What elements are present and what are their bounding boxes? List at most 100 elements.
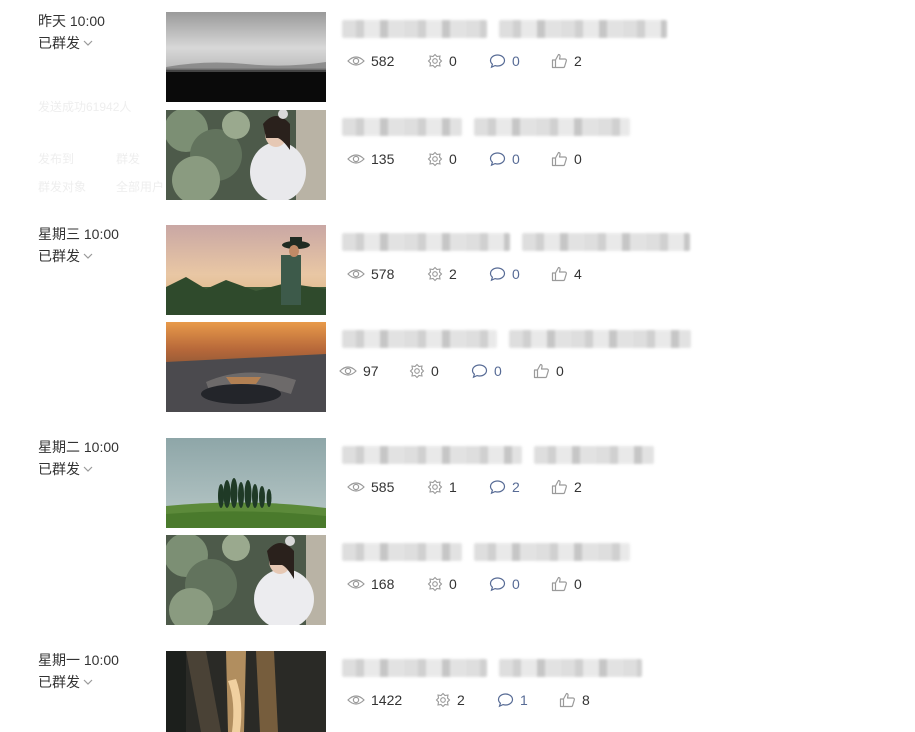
article-item[interactable]: 1422 2 1 8: [166, 651, 906, 732]
comment-count[interactable]: 0: [489, 52, 551, 70]
faded-mass-label: 群发: [116, 152, 141, 166]
share-count: 2: [427, 265, 489, 283]
article-thumbnail[interactable]: [166, 535, 326, 625]
article-item[interactable]: 582 0 0 2: [166, 12, 906, 102]
read-count: 135: [347, 150, 427, 168]
send-status-label: 已群发: [38, 461, 80, 477]
article-item[interactable]: 168 0 0 0: [166, 535, 906, 625]
send-date-column: 昨天 10:00 已群发: [38, 12, 158, 52]
article-title-redacted[interactable]: [342, 20, 667, 38]
eye-icon: [347, 579, 365, 589]
share-icon: [427, 479, 443, 495]
send-status-toggle[interactable]: 已群发: [38, 247, 158, 265]
like-count: 8: [559, 691, 619, 709]
share-count: 0: [427, 52, 489, 70]
faded-target-value: 全部用户: [116, 180, 165, 194]
comment-icon: [497, 693, 514, 708]
comment-count[interactable]: 2: [489, 478, 551, 496]
eye-icon: [347, 482, 365, 492]
eye-icon: [347, 269, 365, 279]
like-count: 0: [533, 362, 593, 380]
share-count: 0: [409, 362, 471, 380]
comment-icon: [489, 54, 506, 69]
article-thumbnail[interactable]: [166, 651, 326, 732]
faded-target-label: 群发对象: [38, 180, 87, 194]
share-icon: [409, 363, 425, 379]
eye-icon: [347, 695, 365, 705]
article-item[interactable]: 135 0 0 0: [166, 110, 906, 200]
thumbs-up-icon: [551, 576, 567, 592]
send-time: 星期一 10:00: [38, 652, 119, 668]
comment-icon: [489, 267, 506, 282]
article-title-redacted[interactable]: [342, 118, 630, 136]
send-status-label: 已群发: [38, 248, 80, 264]
comment-icon: [489, 152, 506, 167]
article-title-redacted[interactable]: [342, 446, 654, 464]
article-stats: 582 0 0 2: [347, 52, 611, 70]
comment-count[interactable]: 0: [489, 265, 551, 283]
comment-count[interactable]: 1: [497, 691, 559, 709]
eye-icon: [347, 56, 365, 66]
share-count: 1: [427, 478, 489, 496]
comment-count[interactable]: 0: [489, 150, 551, 168]
send-date-column: 星期二 10:00 已群发: [38, 438, 158, 478]
share-icon: [435, 692, 451, 708]
article-stats: 97 0 0 0: [339, 362, 593, 380]
thumbs-up-icon: [551, 151, 567, 167]
article-title-redacted[interactable]: [342, 330, 691, 348]
like-count: 0: [551, 150, 611, 168]
faded-send-info: 发送成功61942人: [38, 100, 132, 114]
thumbs-up-icon: [551, 53, 567, 69]
article-stats: 168 0 0 0: [347, 575, 611, 593]
article-stats: 585 1 2 2: [347, 478, 611, 496]
article-title-redacted[interactable]: [342, 543, 630, 561]
article-item[interactable]: 585 1 2 2: [166, 438, 906, 528]
send-status-toggle[interactable]: 已群发: [38, 34, 158, 52]
comment-count[interactable]: 0: [489, 575, 551, 593]
article-thumbnail[interactable]: [166, 225, 326, 315]
article-title-redacted[interactable]: [342, 659, 642, 677]
eye-icon: [347, 154, 365, 164]
read-count: 585: [347, 478, 427, 496]
chevron-down-icon: [83, 40, 93, 46]
share-icon: [427, 576, 443, 592]
comment-icon: [489, 577, 506, 592]
like-count: 0: [551, 575, 611, 593]
send-status-toggle[interactable]: 已群发: [38, 673, 158, 691]
thumbs-up-icon: [551, 266, 567, 282]
read-count: 1422: [347, 691, 435, 709]
send-time: 星期三 10:00: [38, 226, 119, 242]
article-title-redacted[interactable]: [342, 233, 690, 251]
share-icon: [427, 266, 443, 282]
thumbs-up-icon: [559, 692, 575, 708]
article-stats: 1422 2 1 8: [347, 691, 619, 709]
eye-icon: [339, 366, 357, 376]
article-item[interactable]: 578 2 0 4: [166, 225, 906, 315]
article-thumbnail[interactable]: [166, 438, 326, 528]
comment-icon: [489, 480, 506, 495]
thumbs-up-icon: [551, 479, 567, 495]
like-count: 2: [551, 478, 611, 496]
mass-send-history-list: 发送成功61942人 发布到 群发 群发对象 全部用户 昨天 10:00 已群发: [0, 0, 915, 732]
thumbs-up-icon: [533, 363, 549, 379]
send-status-toggle[interactable]: 已群发: [38, 460, 158, 478]
article-thumbnail[interactable]: [166, 110, 326, 200]
article-stats: 135 0 0 0: [347, 150, 611, 168]
like-count: 2: [551, 52, 611, 70]
comment-count[interactable]: 0: [471, 362, 533, 380]
share-count: 0: [427, 150, 489, 168]
article-thumbnail[interactable]: [166, 12, 326, 102]
article-stats: 578 2 0 4: [347, 265, 611, 283]
share-count: 2: [435, 691, 497, 709]
read-count: 168: [347, 575, 427, 593]
read-count: 578: [347, 265, 427, 283]
send-date-column: 星期一 10:00 已群发: [38, 651, 158, 691]
read-count: 582: [347, 52, 427, 70]
article-item[interactable]: 97 0 0 0: [166, 322, 906, 412]
article-thumbnail[interactable]: [166, 322, 326, 412]
send-status-label: 已群发: [38, 35, 80, 51]
comment-icon: [471, 364, 488, 379]
send-time: 昨天 10:00: [38, 13, 105, 29]
send-status-label: 已群发: [38, 674, 80, 690]
send-time: 星期二 10:00: [38, 439, 119, 455]
